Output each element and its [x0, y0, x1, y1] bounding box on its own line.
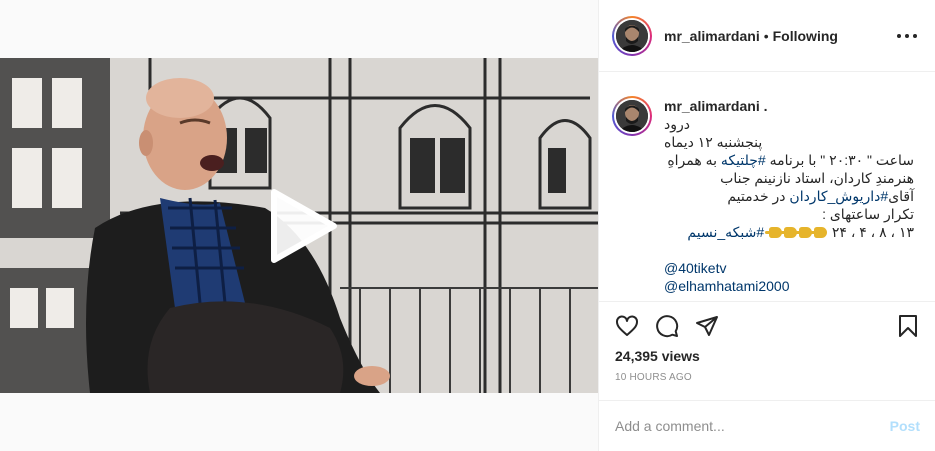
post-comment-button[interactable]: Post	[890, 418, 920, 434]
caption-line-repeat: تکرار ساعتهای :	[822, 206, 914, 222]
post-timestamp[interactable]: 10 HOURS AGO	[615, 372, 920, 383]
post-header: mr_alimardani • Following	[599, 0, 935, 72]
caption-time-text: ساعت " ۲۰:۳۰ " با برنامه	[769, 152, 914, 168]
send-icon[interactable]	[695, 314, 719, 338]
view-count[interactable]: 24,395 views	[615, 348, 920, 364]
caption-line-repeat-times: ۱۳ ، ۸ ، ۴ ، ۲۴ #شبکه_نسیم	[664, 223, 914, 241]
caption-line-guest: آقای#داریوش_کاردان در خدمتیم	[664, 187, 914, 205]
header-info: mr_alimardani • Following	[664, 28, 838, 44]
caption-sir-text: آقای	[888, 188, 914, 204]
caption-profile-photo	[616, 100, 648, 132]
caption-avatar[interactable]	[612, 96, 652, 136]
caption-line-greeting: درود	[664, 116, 690, 132]
following-button[interactable]: Following	[773, 28, 838, 44]
play-icon[interactable]	[264, 188, 340, 264]
actions-section: 24,395 views 10 HOURS AGO	[599, 301, 935, 401]
pointing-hand-icon	[810, 227, 828, 238]
caption-line-date: پنجشنبه ۱۲ دیماه	[664, 134, 763, 150]
media-panel	[0, 0, 598, 451]
caption-at-service-text: در خدمتیم	[727, 188, 786, 204]
caption-line-time: ساعت " ۲۰:۳۰ " با برنامه #چلتیکه به همرا…	[664, 151, 914, 169]
comment-icon[interactable]	[655, 314, 679, 338]
caption-text: mr_alimardani . درود پنجشنبه ۱۲ دیماه سا…	[664, 89, 914, 295]
hashtag-guest[interactable]: #داریوش_کاردان	[789, 188, 888, 204]
pointing-hand-icon	[765, 227, 783, 238]
mention-elhamhatami[interactable]: @elhamhatami2000	[664, 277, 914, 295]
avatar[interactable]	[612, 15, 652, 56]
video-player[interactable]	[0, 58, 598, 393]
repeat-times-text: ۱۳ ، ۸ ، ۴ ، ۲۴	[831, 224, 914, 240]
separator-dot: •	[763, 27, 769, 44]
profile-photo	[616, 19, 648, 52]
caption-program-suffix: به همراهِ	[667, 152, 718, 168]
caption-username[interactable]: mr_alimardani .	[664, 97, 768, 115]
more-options-icon[interactable]	[897, 27, 917, 45]
caption-section: mr_alimardani . درود پنجشنبه ۱۲ دیماه سا…	[599, 73, 935, 301]
hashtag-program[interactable]: #چلتیکه	[721, 152, 766, 168]
pointing-hand-icon	[795, 227, 813, 238]
post-side-panel: mr_alimardani • Following mr_alimardani …	[598, 0, 935, 451]
hashtag-network[interactable]: #شبکه_نسیم	[687, 224, 764, 240]
comment-section: Post	[599, 400, 935, 451]
header-username[interactable]: mr_alimardani	[664, 28, 760, 44]
action-buttons	[615, 302, 920, 350]
bookmark-icon[interactable]	[896, 314, 920, 338]
heart-icon[interactable]	[615, 314, 639, 338]
caption-line-guest-intro: هنرمندِ کاردان، استاد نازنینم جناب	[720, 170, 914, 186]
mention-40tiketv[interactable]: @40tiketv	[664, 259, 914, 277]
pointing-hand-icon	[780, 227, 798, 238]
comment-input[interactable]	[615, 418, 890, 434]
